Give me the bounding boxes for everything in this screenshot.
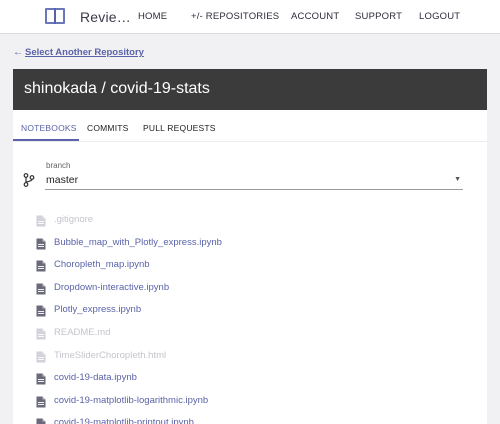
file-name: TimeSliderChoropleth.html: [54, 349, 167, 361]
top-navbar: Revie… HOME +/- REPOSITORIES ACCOUNT SUP…: [0, 0, 500, 34]
file-item[interactable]: covid-19-data.ipynb: [36, 369, 466, 392]
file-item: .gitignore: [36, 211, 466, 234]
nav-account-link[interactable]: ACCOUNT: [291, 11, 339, 22]
nav-logout-link[interactable]: LOGOUT: [419, 11, 460, 22]
nav-home-link[interactable]: HOME: [138, 11, 167, 22]
repo-content-panel: NOTEBOOKS COMMITS PULL REQUESTS branch m…: [13, 110, 487, 424]
caret-down-icon: ▼: [454, 176, 461, 183]
nav-repositories-link[interactable]: +/- REPOSITORIES: [191, 11, 279, 22]
file-item[interactable]: Plotly_express.ipynb: [36, 301, 466, 324]
branch-select-value: master: [46, 174, 79, 186]
tabs-divider: [13, 141, 487, 142]
file-icon: [36, 259, 46, 272]
file-name: covid-19-matplotlib-printout.ipynb: [54, 417, 194, 424]
file-name: .gitignore: [54, 214, 94, 225]
file-icon: [36, 327, 46, 340]
file-icon: [36, 417, 46, 424]
file-icon: [36, 214, 46, 227]
file-item[interactable]: Bubble_map_with_Plotly_express.ipynb: [36, 234, 466, 257]
file-icon: [36, 304, 46, 317]
book-logo-icon[interactable]: [44, 6, 66, 26]
select-another-repository-link[interactable]: ← Select Another Repository: [13, 47, 144, 58]
git-branch-icon: [23, 173, 35, 187]
file-icon: [36, 282, 46, 295]
back-link-label: Select Another Repository: [25, 47, 144, 58]
notebook-file-list: .gitignore Bubble_map_with_Plotly_express…: [36, 211, 466, 424]
repo-header: shinokada / covid-19-stats: [13, 69, 487, 110]
branch-label: branch: [46, 161, 71, 170]
file-item[interactable]: Dropdown-interactive.ipynb: [36, 279, 466, 302]
app-brand[interactable]: Revie…: [80, 9, 131, 25]
file-icon: [36, 372, 46, 385]
file-item[interactable]: Choropleth_map.ipynb: [36, 256, 466, 279]
arrow-left-icon: ←: [13, 47, 23, 58]
file-name: Bubble_map_with_Plotly_express.ipynb: [54, 236, 222, 248]
file-item: README.md: [36, 324, 466, 347]
file-name: Plotly_express.ipynb: [54, 304, 142, 316]
file-item[interactable]: covid-19-matplotlib-printout.ipynb: [36, 414, 466, 424]
file-icon: [36, 350, 46, 363]
file-name: covid-19-matplotlib-logarithmic.ipynb: [54, 394, 209, 406]
nav-support-link[interactable]: SUPPORT: [355, 11, 402, 22]
tab-commits[interactable]: COMMITS: [87, 123, 129, 133]
file-item[interactable]: covid-19-matplotlib-logarithmic.ipynb: [36, 392, 466, 415]
tab-pull-requests[interactable]: PULL REQUESTS: [143, 123, 216, 133]
page-title: shinokada / covid-19-stats: [24, 80, 210, 97]
file-name: README.md: [54, 326, 111, 338]
branch-select[interactable]: master ▼: [45, 170, 463, 190]
repo-tabs: NOTEBOOKS COMMITS PULL REQUESTS: [13, 110, 487, 142]
file-icon: [36, 237, 46, 250]
file-name: Choropleth_map.ipynb: [54, 259, 150, 271]
file-icon: [36, 395, 46, 408]
file-name: Dropdown-interactive.ipynb: [54, 281, 170, 293]
file-item: TimeSliderChoropleth.html: [36, 347, 466, 370]
file-name: covid-19-data.ipynb: [54, 372, 137, 384]
tab-notebooks[interactable]: NOTEBOOKS: [21, 123, 77, 133]
